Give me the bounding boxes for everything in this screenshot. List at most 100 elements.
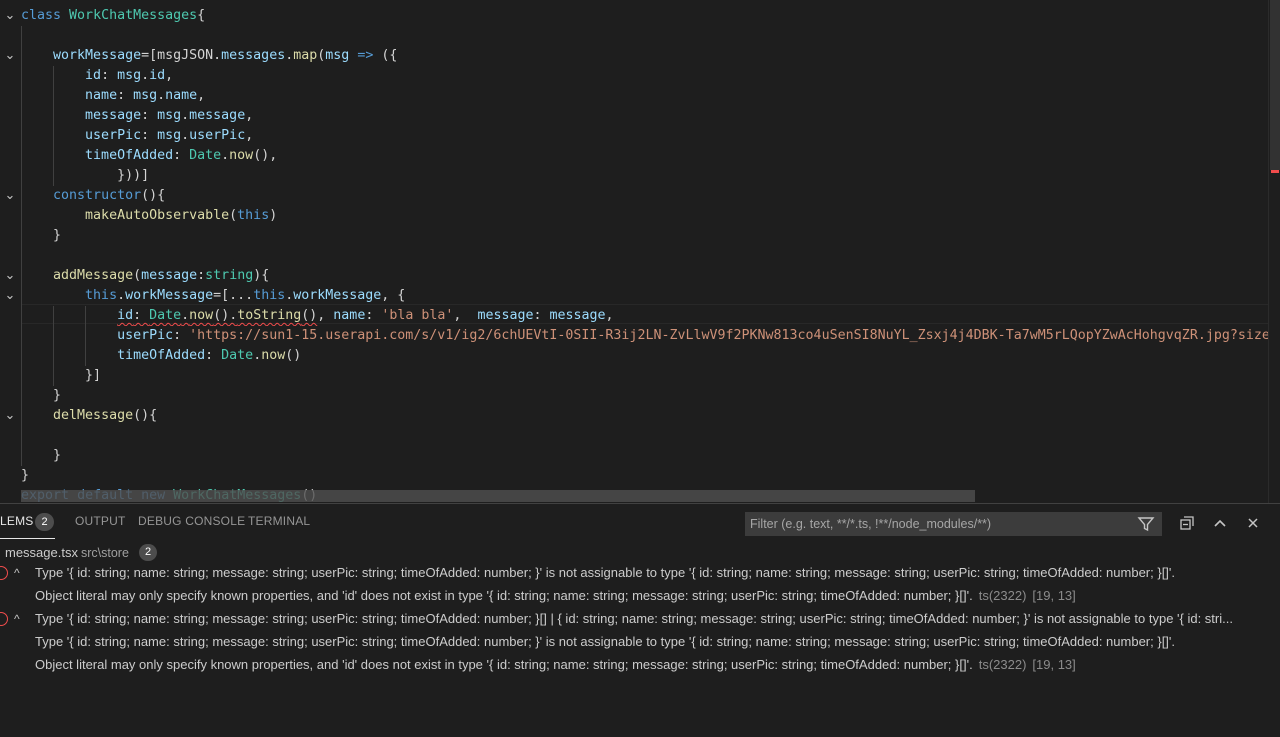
problem-file-row[interactable]: message.tsx src\store 2	[0, 542, 1280, 564]
code-token: :	[205, 348, 222, 363]
fold-chevron-icon[interactable]: ⌄	[2, 266, 18, 286]
code-token: :	[533, 308, 550, 323]
code-token: =[msgJSON.	[141, 48, 222, 63]
panel-tabs: LEMS 2 OUTPUT DEBUG CONSOLE TERMINAL	[0, 504, 1280, 540]
code-line[interactable]: ⌄ class WorkChatMessages{	[0, 6, 1268, 26]
horizontal-scrollbar[interactable]	[21, 490, 975, 502]
code-token: name	[333, 308, 366, 323]
code-token: :	[365, 308, 382, 323]
code-line[interactable]: ⌄ addMessage(message:string){	[0, 266, 1268, 286]
code-text: id: Date.now().toString(), name: 'bla bl…	[21, 306, 613, 326]
code-token: :	[173, 148, 190, 163]
code-token: .	[181, 128, 190, 143]
maximize-panel-icon[interactable]	[1211, 514, 1229, 532]
fold-chevron-icon[interactable]: ⌄	[2, 186, 18, 206]
vertical-scrollbar-thumb[interactable]	[1270, 0, 1280, 170]
fold-chevron-icon[interactable]: ⌄	[2, 286, 18, 306]
code-token: timeOfAdded	[85, 148, 174, 163]
code-token: ,	[245, 128, 254, 143]
problem-item[interactable]: Type '{ id: string; name: string; messag…	[0, 631, 1280, 653]
active-tab-indicator	[0, 538, 55, 539]
tab-terminal[interactable]: TERMINAL	[248, 514, 310, 528]
problem-text: Type '{ id: string; name: string; messag…	[35, 611, 1233, 626]
tab-output[interactable]: OUTPUT	[75, 514, 126, 528]
code-token: message	[477, 308, 534, 323]
code-line[interactable]: id: Date.now().toString(), name: 'bla bl…	[0, 306, 1268, 326]
problem-text: Object literal may only specify known pr…	[35, 657, 973, 672]
filter-icon[interactable]	[1137, 515, 1155, 533]
filter-input[interactable]	[746, 513, 1126, 535]
code-token: name	[85, 88, 118, 103]
code-line[interactable]: ⌄ delMessage(){	[0, 406, 1268, 426]
code-line[interactable]: userPic: msg.userPic,	[0, 126, 1268, 146]
code-token: workMessage	[293, 288, 382, 303]
code-line[interactable]: message: msg.message,	[0, 106, 1268, 126]
code-line[interactable]: }	[0, 446, 1268, 466]
chevron-up-icon[interactable]: ^	[14, 608, 28, 630]
chevron-up-icon[interactable]: ^	[14, 562, 28, 584]
file-name: message.tsx	[5, 545, 78, 560]
code-token: :	[117, 88, 134, 103]
code-text: userPic: 'https://sun1-15.userapi.com/s/…	[21, 326, 1268, 346]
code-line[interactable]: }]	[0, 366, 1268, 386]
code-token: msg	[157, 108, 182, 123]
code-line[interactable]: ⌄ this.workMessage=[...this.workMessage,…	[0, 286, 1268, 306]
fold-chevron-icon[interactable]: ⌄	[2, 6, 18, 26]
code-token: timeOfAdded	[117, 348, 206, 363]
code-text: addMessage(message:string){	[21, 266, 269, 286]
code-line[interactable]: ⌄ constructor(){	[0, 186, 1268, 206]
code-line[interactable]: }))]	[0, 166, 1268, 186]
code-token: this	[237, 208, 270, 223]
problem-message: Type '{ id: string; name: string; messag…	[35, 562, 1175, 584]
code-token: )	[269, 208, 278, 223]
error-marker	[1271, 170, 1279, 173]
code-token: id	[149, 68, 166, 83]
overview-ruler[interactable]	[1268, 0, 1280, 503]
problem-code: ts(2322)	[978, 657, 1027, 672]
problem-item[interactable]: Object literal may only specify known pr…	[0, 585, 1280, 607]
code-token: (	[133, 268, 142, 283]
code-text: delMessage(){	[21, 406, 157, 426]
code-line[interactable]: }	[0, 386, 1268, 406]
code-line[interactable]: userPic: 'https://sun1-15.userapi.com/s/…	[0, 326, 1268, 346]
code-token: (){	[141, 188, 166, 203]
code-token: msg	[325, 48, 350, 63]
code-token: ,	[453, 308, 478, 323]
code-text: this.workMessage=[...this.workMessage, {	[21, 286, 405, 306]
code-line[interactable]: }	[0, 466, 1268, 486]
problem-location: [19, 13]	[1032, 657, 1076, 672]
code-token: :	[141, 108, 158, 123]
close-panel-icon[interactable]	[1244, 514, 1262, 532]
code-line[interactable]: name: msg.name,	[0, 86, 1268, 106]
code-token: string	[205, 268, 254, 283]
tab-debug-console[interactable]: DEBUG CONSOLE	[138, 514, 245, 528]
code-token: Date	[189, 148, 222, 163]
code-token: ){	[253, 268, 270, 283]
code-line[interactable]: timeOfAdded: Date.now(),	[0, 146, 1268, 166]
code-line[interactable]: ⌄ workMessage=[msgJSON.messages.map(msg …	[0, 46, 1268, 66]
tab-problems[interactable]: LEMS	[0, 514, 33, 528]
code-line[interactable]: timeOfAdded: Date.now()	[0, 346, 1268, 366]
problem-item[interactable]: ^ Type '{ id: string; name: string; messa…	[0, 562, 1280, 584]
code-line[interactable]: }	[0, 226, 1268, 246]
code-editor[interactable]: ⌄ class WorkChatMessages{⌄ workMessage=[m…	[0, 0, 1280, 503]
code-token: workMessage	[53, 48, 142, 63]
code-token: this	[253, 288, 286, 303]
code-token: delMessage	[53, 408, 134, 423]
code-line[interactable]: id: msg.id,	[0, 66, 1268, 86]
problem-item[interactable]: Object literal may only specify known pr…	[0, 654, 1280, 676]
code-line[interactable]: makeAutoObservable(this)	[0, 206, 1268, 226]
code-token: ().	[213, 308, 238, 323]
collapse-all-icon[interactable]	[1178, 514, 1196, 532]
code-text: timeOfAdded: Date.now(),	[21, 146, 277, 166]
problem-item[interactable]: ^ Type '{ id: string; name: string; messa…	[0, 608, 1280, 630]
fold-chevron-icon[interactable]: ⌄	[2, 406, 18, 426]
fold-chevron-icon[interactable]: ⌄	[2, 46, 18, 66]
code-token: addMessage	[53, 268, 134, 283]
problems-filter	[745, 512, 1162, 536]
